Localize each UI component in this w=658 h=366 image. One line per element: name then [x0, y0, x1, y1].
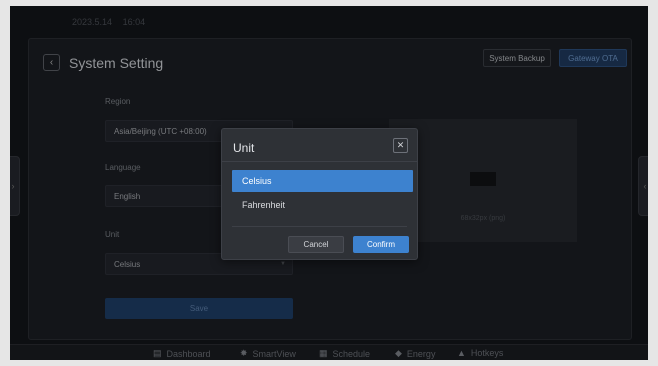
option-celsius[interactable]: Celsius	[232, 170, 413, 192]
dialog-title: Unit	[233, 141, 255, 155]
close-icon: ✕	[396, 140, 405, 150]
cancel-button[interactable]: Cancel	[288, 236, 344, 253]
dialog-divider	[222, 161, 417, 162]
device-screen: 2023.5.14 16:04 › ‹ ‹ System Setting Sys…	[10, 6, 648, 360]
option-fahrenheit[interactable]: Fahrenheit	[232, 194, 413, 216]
confirm-button[interactable]: Confirm	[353, 236, 409, 253]
unit-dialog: Unit ✕ Celsius Fahrenheit Cancel Confirm	[221, 128, 418, 260]
dialog-divider	[232, 226, 407, 227]
close-button[interactable]: ✕	[393, 138, 408, 153]
